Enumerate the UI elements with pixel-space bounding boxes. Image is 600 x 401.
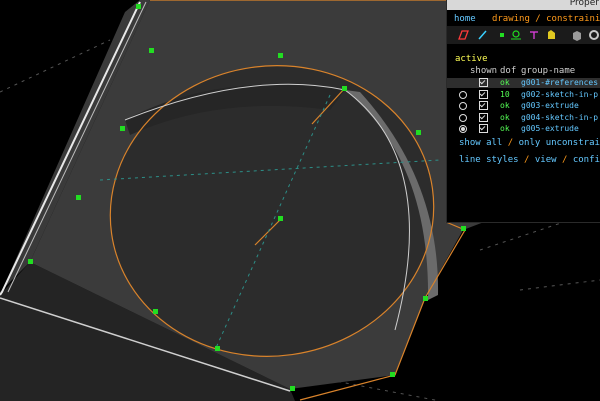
active-radio[interactable] — [459, 90, 467, 99]
sketch-point[interactable] — [390, 372, 395, 377]
sketch-point[interactable] — [136, 4, 141, 9]
group-row[interactable]: ok g004-sketch-in-p — [447, 112, 600, 123]
shown-checkbox[interactable] — [479, 112, 488, 122]
separator: / — [507, 138, 514, 148]
group-name[interactable]: g004-sketch-in-p — [521, 113, 598, 122]
dof-value: ok — [500, 101, 510, 110]
sketch-point[interactable] — [76, 195, 81, 200]
sketch-plane-icon[interactable] — [457, 29, 469, 41]
pencil-icon[interactable] — [477, 29, 489, 41]
separator: / — [524, 155, 530, 165]
sketch-point[interactable] — [153, 309, 158, 314]
group-row[interactable]: ok g001-#references — [447, 78, 600, 88]
active-radio[interactable] — [459, 102, 467, 110]
show-all-link[interactable]: show all — [459, 138, 502, 148]
home-link[interactable]: home — [454, 14, 476, 24]
sketch-point[interactable] — [342, 86, 347, 91]
constraint-icon[interactable] — [510, 29, 522, 41]
group-name[interactable]: g005-extrude — [521, 124, 579, 133]
dof-value: ok — [500, 112, 510, 122]
dof-value: ok — [500, 124, 510, 133]
yellow-shape-icon[interactable] — [545, 29, 557, 41]
toolbar — [447, 26, 600, 44]
sketch-point[interactable] — [290, 386, 295, 391]
configuration-link[interactable]: configu — [573, 155, 600, 165]
view-link[interactable]: view — [535, 155, 557, 165]
active-radio[interactable] — [459, 125, 467, 133]
sketch-point[interactable] — [461, 226, 466, 231]
shown-checkbox[interactable] — [479, 124, 488, 133]
active-radio[interactable] — [459, 113, 467, 122]
sketch-point[interactable] — [149, 48, 154, 53]
group-row[interactable]: ok g005-extrude — [447, 124, 600, 134]
group-name[interactable]: g001-#references — [521, 78, 598, 87]
group-name-column-header: group-name — [521, 66, 576, 76]
shown-checkbox[interactable] — [479, 78, 488, 87]
dof-column-header: dof — [500, 66, 517, 76]
shown-column-header: shown — [470, 66, 498, 76]
gear-icon[interactable] — [588, 29, 600, 41]
shown-checkbox[interactable] — [479, 89, 488, 99]
property-browser-titlebar[interactable]: Proper — [447, 0, 600, 10]
sketch-point[interactable] — [120, 126, 125, 131]
sketch-point[interactable] — [423, 296, 428, 301]
sketch-point[interactable] — [278, 216, 283, 221]
sketch-point[interactable] — [278, 53, 283, 58]
point-icon[interactable] — [496, 29, 508, 41]
sketch-point[interactable] — [416, 130, 421, 135]
group-row[interactable]: 10 g002-sketch-in-p — [447, 89, 600, 100]
current-view-label: drawing / constraining — [491, 14, 600, 24]
separator: / — [561, 155, 568, 165]
only-unconstrained-link[interactable]: only unconstraine — [519, 138, 600, 148]
line-styles-link[interactable]: line styles — [459, 155, 519, 165]
dof-value: 10 — [500, 89, 510, 99]
magenta-constraint-icon[interactable] — [528, 29, 540, 41]
show-filter-line: show all / only unconstraine — [459, 138, 600, 148]
group-row[interactable]: ok g003-extrude — [447, 101, 600, 111]
dof-value: ok — [500, 78, 510, 87]
breadcrumb: home drawing / constraining — [454, 14, 600, 24]
shown-checkbox[interactable] — [479, 101, 488, 110]
group-name[interactable]: g003-extrude — [521, 101, 579, 110]
property-browser[interactable]: Proper home drawing / constraining activ… — [446, 0, 600, 223]
group-name[interactable]: g002-sketch-in-p — [521, 90, 598, 99]
gray-cube-icon[interactable] — [571, 29, 583, 41]
window-title: Proper — [569, 0, 599, 8]
sketch-point[interactable] — [28, 259, 33, 264]
sketch-point[interactable] — [215, 346, 220, 351]
settings-links: line styles / view / configu — [459, 155, 600, 165]
active-column-header: active — [455, 54, 488, 64]
